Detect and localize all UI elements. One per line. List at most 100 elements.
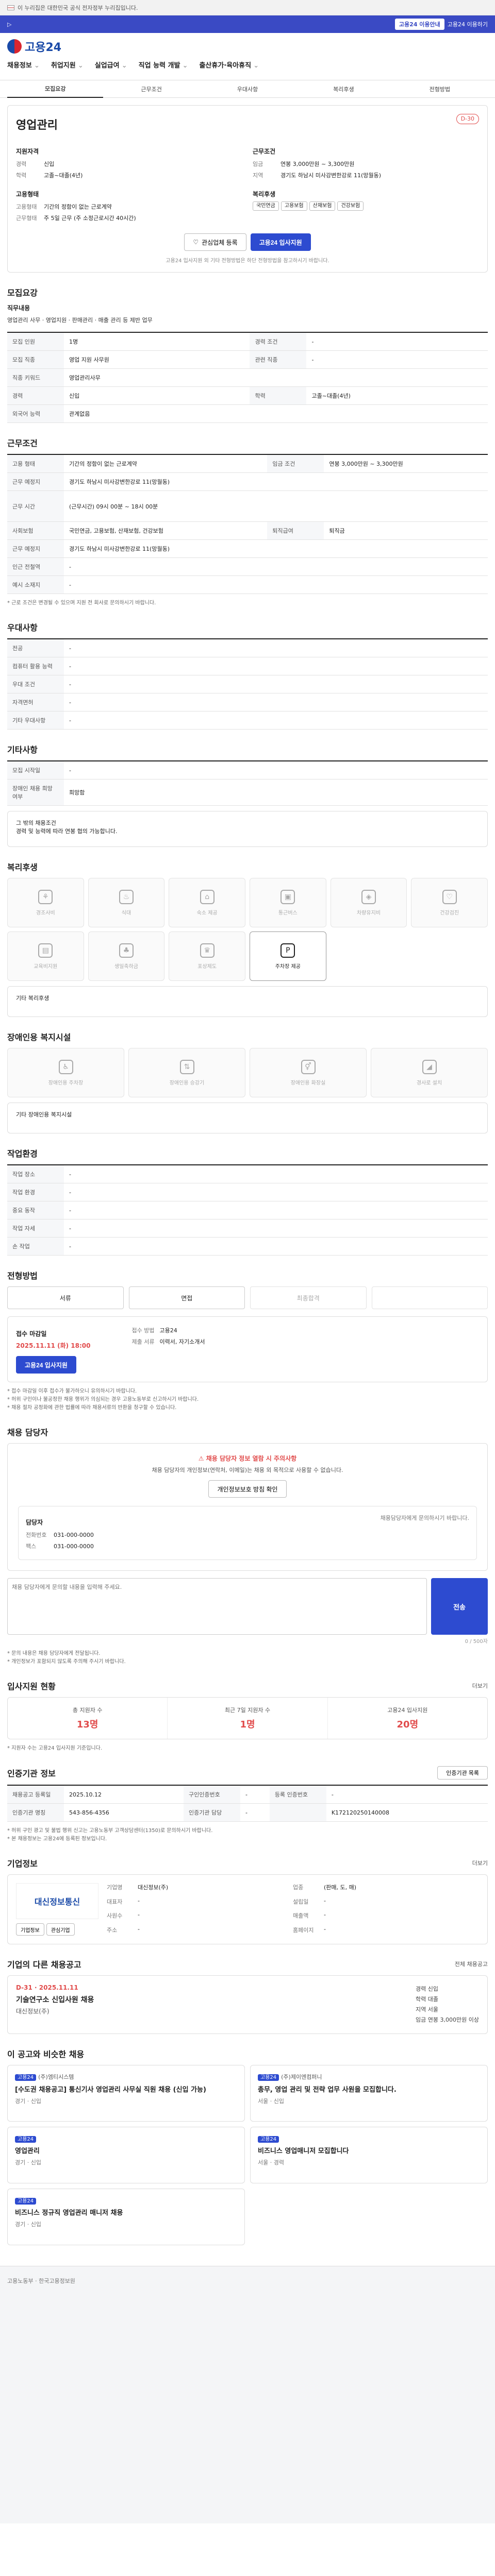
welfare-item: ▤ 교육비지원	[7, 931, 84, 981]
kv-value: 고졸~대졸(4년)	[44, 172, 83, 179]
table-row: 작업 환경 -	[7, 1183, 488, 1201]
contact-side-note: 채용담당자에게 문의하시기 바랍니다.	[380, 1515, 469, 1521]
section-title-conditions: 근무조건	[7, 438, 38, 448]
table-row: 직종 키워드 영업관리사무	[7, 368, 488, 387]
table-row: 장애인 채용 희망 여부 희망함	[7, 779, 488, 806]
table-key: 작업 환경	[7, 1183, 64, 1201]
use-link[interactable]: 고용24 이용하기	[448, 20, 488, 28]
company-info-button[interactable]: 기업정보	[16, 1923, 44, 1936]
table-key: 경력	[7, 386, 64, 405]
recommend-meta: 경기 · 신입	[15, 2098, 41, 2105]
interest-company-button[interactable]: ♡ 관심업체 등록	[184, 233, 246, 251]
bus-icon: ▣	[280, 889, 295, 904]
other-job-card[interactable]: D-31 · 2025.11.11 기술연구소 신입사원 채용 대신정보(주) …	[7, 1975, 488, 2034]
info-value: -	[324, 1911, 326, 1918]
company-more-link[interactable]: 더보기	[472, 1859, 488, 1867]
bullet-item: * 문의 내용은 채용 담당자에게 전달됩니다.	[7, 1651, 101, 1656]
other-jobs-link[interactable]: 전체 채용공고	[455, 1960, 488, 1968]
cake-icon: ♣	[119, 943, 134, 958]
kv-value: 신입	[44, 161, 55, 167]
step-document: 서류	[7, 1286, 124, 1309]
recommend-title: 비즈니스 영업매니저 모집합니다	[258, 2147, 349, 2155]
stats-more-link[interactable]: 더보기	[472, 1682, 488, 1690]
info-value: 대신정보(주)	[138, 1884, 169, 1891]
table-key: 중요 동작	[7, 1201, 64, 1219]
etc-table: 모집 시작일 - 장애인 채용 희망 여부 희망함	[7, 760, 488, 806]
section-title-registration: 인증기관 정보	[7, 1769, 56, 1778]
section-title-recommend: 이 공고와 비슷한 채용	[7, 2049, 85, 2059]
table-value: -	[64, 1165, 488, 1183]
recommend-meta: 경기 · 신입	[15, 2221, 41, 2228]
contact-box-title: 담당자	[26, 1519, 43, 1526]
welfare-item: ♨ 식대	[88, 878, 165, 927]
source-chip: 고용24	[15, 2074, 37, 2081]
recommend-card[interactable]: 고용24 영업관리 경기 · 신입	[7, 2127, 245, 2183]
table-value: 경기도 하남시 미사강변한강로 11(망월동)	[64, 472, 488, 491]
recommend-corp: (주)엠티시스템	[38, 2074, 74, 2080]
recommend-card[interactable]: 고용24 비즈니스 영업매니저 모집합니다 서울 · 경력	[250, 2127, 488, 2183]
info-key: 홈페이지	[293, 1926, 314, 1934]
source-chip: 고용24	[258, 2074, 279, 2081]
apply-button[interactable]: 고용24 입사지원	[250, 233, 311, 251]
gnb-item-training[interactable]: 직업 능력 개발	[139, 60, 188, 70]
disability-note: 기타 장애인용 복지시설	[7, 1103, 488, 1133]
recommend-card[interactable]: 고용24 (주)제이엔컴퍼니 총무, 영업 관리 및 전략 업무 사원을 모집합니다…	[250, 2065, 488, 2122]
elevator-icon: ⇅	[179, 1059, 194, 1074]
table-row: 기타 우대사항 -	[7, 711, 488, 730]
tab-conditions[interactable]: 근무조건	[103, 85, 199, 93]
section-title-disability: 장애인용 복지시설	[7, 1032, 71, 1042]
bullet-item: * 본 채용정보는 고용24에 등록된 정보입니다.	[7, 1836, 107, 1842]
badge: 건강보험	[337, 201, 364, 211]
table-row: 인증기관 명칭 543-856-4356 인증기관 담당 - K172120250140…	[7, 1803, 488, 1822]
kv-value: 031-000-0000	[54, 1532, 94, 1538]
table-value: 신입	[64, 386, 250, 405]
registration-table: 채용공고 등록일 2025.10.12 구인인증번호 - 등록 인증번호 - 인증기관 명…	[7, 1785, 488, 1822]
tab-selection[interactable]: 전형방법	[392, 85, 488, 93]
site-logo[interactable]: 고용24	[7, 38, 61, 55]
kv-row: 경력 신입	[16, 159, 242, 170]
table-key: 관련 직종	[250, 350, 307, 369]
recommend-meta: 서울 · 신입	[258, 2098, 284, 2105]
inquiry-textarea[interactable]	[7, 1578, 427, 1635]
parking-icon: P	[280, 943, 295, 958]
welfare-label: 주차장 제공	[275, 963, 301, 970]
table-row: 작업 자세 -	[7, 1219, 488, 1238]
recommend-card[interactable]: 고용24 (주)엠티시스템 [수도권 채용공고] 통신기사 영업관리 사무실 직원 …	[7, 2065, 245, 2122]
gnb-item-unemployment[interactable]: 실업급여	[95, 60, 127, 70]
info-value: -	[324, 1897, 326, 1904]
stat-item: 총 지원자 수 13명	[8, 1698, 168, 1739]
interest-company-button-2[interactable]: 관심기업	[46, 1923, 75, 1936]
site-footer: 고용노동부 · 한국고용정보원	[0, 2266, 495, 2523]
gnb-item-employment-support[interactable]: 취업지원	[51, 60, 84, 70]
gnb-item-leave[interactable]: 출산휴가·육아휴직	[199, 60, 259, 70]
gnb-item-jobs[interactable]: 채용정보	[7, 60, 40, 70]
tab-recruit[interactable]: 모집요강	[7, 80, 104, 98]
badge: 산재보험	[309, 201, 336, 211]
inquiry-send-button[interactable]: 전송	[431, 1578, 488, 1635]
heart-icon: ♡	[442, 889, 457, 904]
info-value: -	[138, 1897, 140, 1904]
agency-list-button[interactable]: 인증기관 목록	[437, 1766, 488, 1780]
job-title: 영업관리	[16, 119, 58, 132]
kv-row: 임금 연봉 3,000만원 ~ 3,300만원	[253, 159, 479, 170]
other-job-info: 학력 대졸	[416, 1996, 439, 2003]
source-chip: 고용24	[15, 2136, 37, 2143]
car-icon: ◈	[361, 889, 376, 904]
disability-label: 경사로 설치	[416, 1080, 442, 1086]
welfare-label: 숙소 제공	[196, 910, 218, 916]
privacy-button[interactable]: 개인정보보호 방침 확인	[208, 1480, 287, 1498]
kv-key: 임금	[253, 161, 263, 167]
bullet-item: * 허위 구인 광고 및 불법 행위 신고는 고용노동부 고객상담센터(1350…	[7, 1828, 213, 1834]
company-logo: 대신정보통신	[16, 1883, 98, 1919]
tab-preference[interactable]: 우대사항	[200, 85, 295, 93]
tab-welfare[interactable]: 복리후생	[295, 85, 391, 93]
preference-table: 전공 - 컴퓨터 활용 능력 - 우대 조건 - 자격면허 - 기타 우대사항 -	[7, 638, 488, 730]
kv-row: 제출 서류 이력서, 자기소개서	[131, 1336, 205, 1348]
table-key: 인증기관 담당	[184, 1803, 240, 1822]
guide-pill[interactable]: 고용24 이용안내	[394, 19, 444, 30]
apply-button-bottom[interactable]: 고용24 입사지원	[16, 1356, 76, 1374]
recommend-card[interactable]: 고용24 비즈니스 정규직 영업관리 매니저 채용 경기 · 신입	[7, 2189, 245, 2245]
table-key: 작업 자세	[7, 1219, 64, 1238]
table-row: 모집 직종 영업 지원 사무원 관련 직종 -	[7, 350, 488, 369]
table-row: 근무 예정지 경기도 하남시 미사강변한강로 11(망월동)	[7, 539, 488, 558]
